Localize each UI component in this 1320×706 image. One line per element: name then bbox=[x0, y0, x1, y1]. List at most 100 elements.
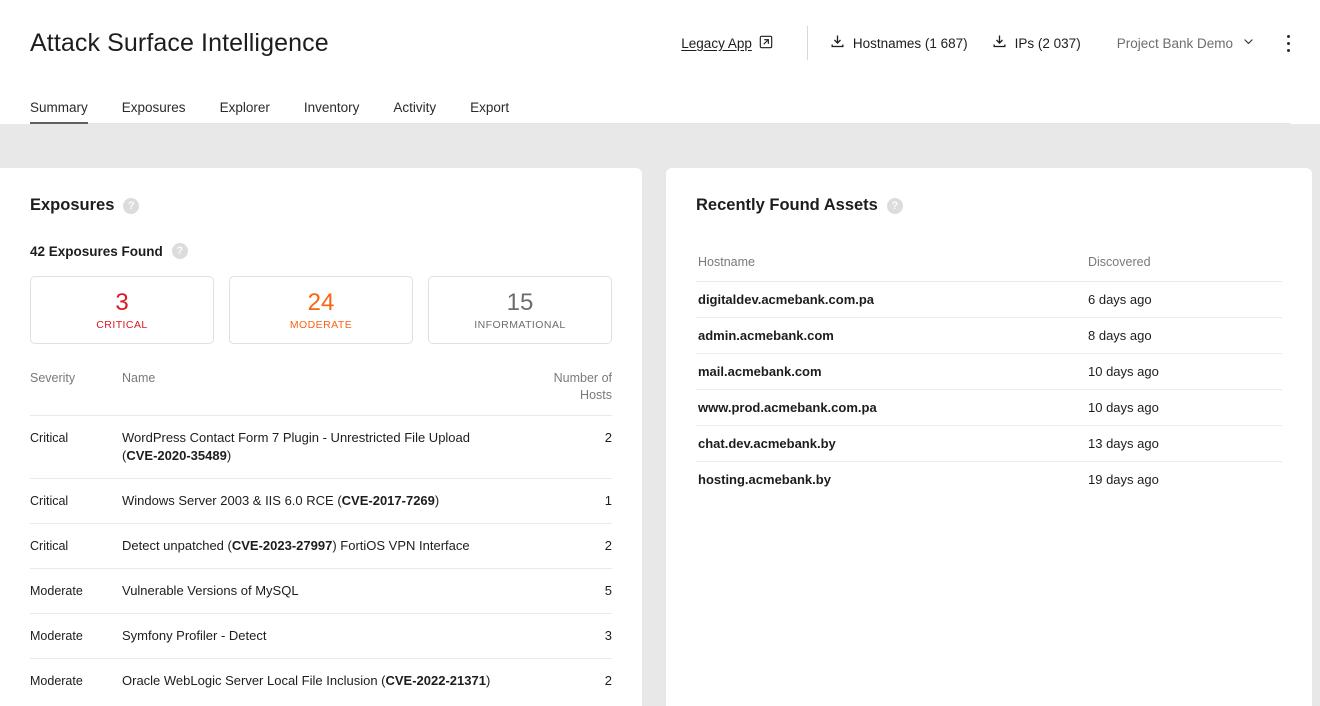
exposure-severity: Moderate bbox=[30, 569, 122, 614]
legacy-app-label: Legacy App bbox=[681, 36, 752, 51]
column-header-hosts: Number of Hosts bbox=[526, 370, 612, 416]
exposures-table: Severity Name Number of Hosts CriticalWo… bbox=[30, 370, 612, 703]
exposure-name: Oracle WebLogic Server Local File Inclus… bbox=[122, 659, 526, 704]
severity-box-critical[interactable]: 3 CRITICAL bbox=[30, 276, 214, 344]
exposures-panel-header: Exposures ? bbox=[30, 196, 612, 215]
asset-discovered: 13 days ago bbox=[1072, 426, 1282, 462]
exposure-name: Symfony Profiler - Detect bbox=[122, 614, 526, 659]
legacy-app-link[interactable]: Legacy App bbox=[681, 35, 773, 52]
exposure-severity: Critical bbox=[30, 416, 122, 479]
main-content: Exposures ? 42 Exposures Found ? 3 CRITI… bbox=[0, 124, 1320, 706]
exposure-host-count: 5 bbox=[526, 569, 612, 614]
assets-panel-inner: Recently Found Assets ? Hostname Discove… bbox=[666, 168, 1312, 497]
tab-summary[interactable]: Summary bbox=[30, 100, 88, 124]
exposure-name: Windows Server 2003 & IIS 6.0 RCE (CVE-2… bbox=[122, 479, 526, 524]
exposure-host-count: 1 bbox=[526, 479, 612, 524]
table-row[interactable]: admin.acmebank.com8 days ago bbox=[696, 318, 1282, 354]
external-link-icon bbox=[759, 35, 773, 52]
table-row[interactable]: ModerateVulnerable Versions of MySQL5 bbox=[30, 569, 612, 614]
chevron-down-icon bbox=[1242, 35, 1255, 51]
severity-summary: 3 CRITICAL 24 MODERATE 15 INFORMATIONAL bbox=[30, 276, 612, 344]
help-icon[interactable]: ? bbox=[172, 243, 188, 259]
table-row[interactable]: www.prod.acmebank.com.pa10 days ago bbox=[696, 390, 1282, 426]
page-title: Attack Surface Intelligence bbox=[30, 29, 329, 58]
asset-discovered: 8 days ago bbox=[1072, 318, 1282, 354]
header-divider bbox=[807, 26, 808, 60]
app-page: Attack Surface Intelligence Legacy App bbox=[0, 0, 1320, 706]
cve-id: CVE-2020-35489 bbox=[126, 448, 226, 463]
column-header-discovered: Discovered bbox=[1072, 255, 1282, 282]
tab-inventory[interactable]: Inventory bbox=[304, 100, 360, 124]
exposure-host-count: 2 bbox=[526, 416, 612, 479]
exposure-severity: Moderate bbox=[30, 659, 122, 704]
asset-hostname: mail.acmebank.com bbox=[696, 354, 1072, 390]
exposure-host-count: 2 bbox=[526, 524, 612, 569]
download-icon bbox=[830, 34, 845, 52]
kebab-menu-icon[interactable] bbox=[1281, 29, 1296, 58]
exposures-found-label: 42 Exposures Found bbox=[30, 244, 163, 259]
assets-header-row: Hostname Discovered bbox=[696, 255, 1282, 282]
exposures-header-row: Severity Name Number of Hosts bbox=[30, 370, 612, 416]
column-header-hosts-line2: Hosts bbox=[580, 388, 612, 402]
help-icon[interactable]: ? bbox=[887, 198, 903, 214]
app-header-top-row: Attack Surface Intelligence Legacy App bbox=[0, 0, 1320, 86]
help-icon[interactable]: ? bbox=[123, 198, 139, 214]
severity-count-informational: 15 bbox=[507, 290, 534, 316]
severity-box-informational[interactable]: 15 INFORMATIONAL bbox=[428, 276, 612, 344]
assets-panel-header: Recently Found Assets ? bbox=[696, 196, 1282, 215]
tab-explorer[interactable]: Explorer bbox=[220, 100, 270, 124]
exposure-name: Detect unpatched (CVE-2023-27997) FortiO… bbox=[122, 524, 526, 569]
exposure-host-count: 2 bbox=[526, 659, 612, 704]
tab-export[interactable]: Export bbox=[470, 100, 509, 124]
cve-id: CVE-2022-21371 bbox=[386, 673, 486, 688]
assets-panel-title: Recently Found Assets bbox=[696, 196, 878, 215]
header-actions: Legacy App bbox=[681, 0, 1296, 86]
exposure-host-count: 3 bbox=[526, 614, 612, 659]
exposure-name: Vulnerable Versions of MySQL bbox=[122, 569, 526, 614]
tab-activity[interactable]: Activity bbox=[393, 100, 436, 124]
asset-hostname: digitaldev.acmebank.com.pa bbox=[696, 282, 1072, 318]
column-header-hostname: Hostname bbox=[696, 255, 1072, 282]
kebab-dots bbox=[1287, 33, 1290, 54]
assets-table: Hostname Discovered digitaldev.acmebank.… bbox=[696, 255, 1282, 497]
project-selector-label: Project Bank Demo bbox=[1117, 36, 1233, 51]
exposures-panel: Exposures ? 42 Exposures Found ? 3 CRITI… bbox=[0, 168, 642, 706]
table-row[interactable]: CriticalDetect unpatched (CVE-2023-27997… bbox=[30, 524, 612, 569]
severity-label-critical: CRITICAL bbox=[96, 319, 147, 331]
assets-panel: Recently Found Assets ? Hostname Discove… bbox=[666, 168, 1312, 706]
table-row[interactable]: CriticalWindows Server 2003 & IIS 6.0 RC… bbox=[30, 479, 612, 524]
asset-hostname: hosting.acmebank.by bbox=[696, 462, 1072, 498]
table-row[interactable]: ModerateSymfony Profiler - Detect3 bbox=[30, 614, 612, 659]
assets-table-body: digitaldev.acmebank.com.pa6 days agoadmi… bbox=[696, 282, 1282, 498]
tab-exposures[interactable]: Exposures bbox=[122, 100, 186, 124]
severity-label-informational: INFORMATIONAL bbox=[474, 319, 565, 331]
table-row[interactable]: digitaldev.acmebank.com.pa6 days ago bbox=[696, 282, 1282, 318]
severity-box-moderate[interactable]: 24 MODERATE bbox=[229, 276, 413, 344]
asset-discovered: 19 days ago bbox=[1072, 462, 1282, 498]
exposures-panel-inner: Exposures ? 42 Exposures Found ? 3 CRITI… bbox=[0, 168, 642, 703]
severity-count-critical: 3 bbox=[115, 290, 128, 316]
asset-discovered: 6 days ago bbox=[1072, 282, 1282, 318]
download-ips-button[interactable]: IPs (2 037) bbox=[992, 34, 1081, 52]
project-selector[interactable]: Project Bank Demo bbox=[1117, 35, 1255, 51]
assets-table-head: Hostname Discovered bbox=[696, 255, 1282, 282]
asset-hostname: www.prod.acmebank.com.pa bbox=[696, 390, 1072, 426]
column-header-severity: Severity bbox=[30, 370, 122, 416]
app-header: Attack Surface Intelligence Legacy App bbox=[0, 0, 1320, 124]
asset-hostname: chat.dev.acmebank.by bbox=[696, 426, 1072, 462]
table-row[interactable]: hosting.acmebank.by19 days ago bbox=[696, 462, 1282, 498]
download-hostnames-button[interactable]: Hostnames (1 687) bbox=[830, 34, 968, 52]
exposure-name: WordPress Contact Form 7 Plugin - Unrest… bbox=[122, 416, 526, 479]
table-row[interactable]: chat.dev.acmebank.by13 days ago bbox=[696, 426, 1282, 462]
asset-discovered: 10 days ago bbox=[1072, 354, 1282, 390]
exposure-severity: Critical bbox=[30, 479, 122, 524]
download-ips-label: IPs (2 037) bbox=[1015, 36, 1081, 51]
column-header-name: Name bbox=[122, 370, 526, 416]
table-row[interactable]: mail.acmebank.com10 days ago bbox=[696, 354, 1282, 390]
cve-id: CVE-2023-27997 bbox=[232, 538, 332, 553]
asset-discovered: 10 days ago bbox=[1072, 390, 1282, 426]
exposures-table-body: CriticalWordPress Contact Form 7 Plugin … bbox=[30, 416, 612, 704]
table-row[interactable]: CriticalWordPress Contact Form 7 Plugin … bbox=[30, 416, 612, 479]
table-row[interactable]: ModerateOracle WebLogic Server Local Fil… bbox=[30, 659, 612, 704]
exposures-panel-title: Exposures bbox=[30, 196, 114, 215]
